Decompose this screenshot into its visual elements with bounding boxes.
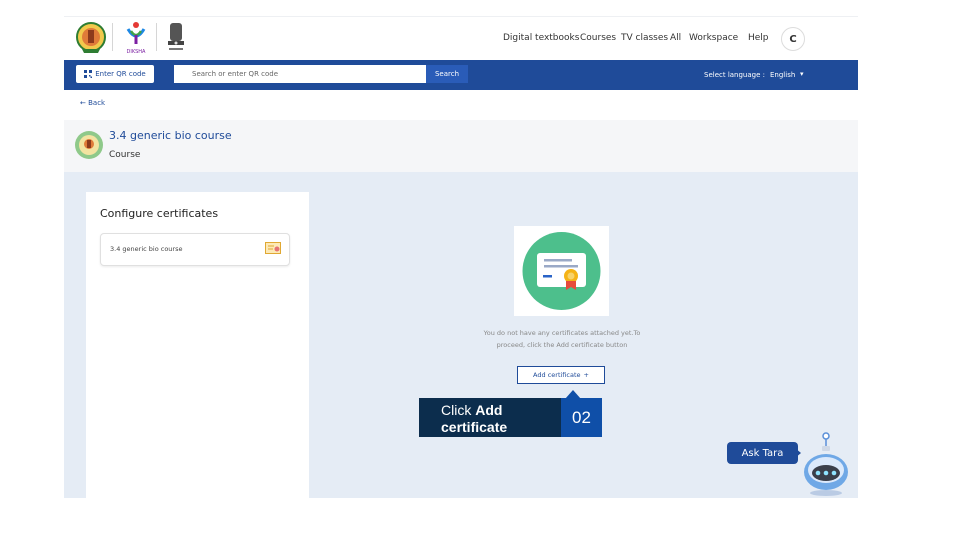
diksha-logo[interactable]: DIKSHA xyxy=(122,21,150,55)
empty-state-message: You do not have any certificates attache… xyxy=(444,327,680,351)
language-label: Select language : xyxy=(704,71,765,79)
empty-state-line-1: You do not have any certificates attache… xyxy=(483,329,641,337)
certificate-course-card[interactable]: 3.4 generic bio course xyxy=(100,233,290,266)
nav-digital-textbooks[interactable]: Digital textbooks xyxy=(503,33,579,43)
tutorial-callout: Click Add certificate xyxy=(419,398,561,437)
panel-title: Configure certificates xyxy=(100,207,219,220)
nav-help[interactable]: Help xyxy=(748,33,769,43)
main-content: Configure certificates 3.4 generic bio c… xyxy=(64,172,858,498)
course-emblem-icon xyxy=(75,131,103,159)
course-title: 3.4 generic bio course xyxy=(109,129,232,142)
callout-bold-1: Add xyxy=(475,402,503,418)
search-placeholder: Search or enter QR code xyxy=(192,70,279,78)
toolbar: Enter QR code Search or enter QR code Se… xyxy=(64,60,858,90)
ask-tara-label: Ask Tara xyxy=(741,447,784,459)
callout-step-number: 02 xyxy=(561,398,602,437)
search-button-label: Search xyxy=(434,70,460,78)
course-header: 3.4 generic bio course Course xyxy=(64,120,858,172)
nav-tv-classes[interactable]: TV classes xyxy=(621,33,668,43)
ask-tara-button[interactable]: Ask Tara xyxy=(727,442,798,464)
arrow-left-icon: ← xyxy=(80,99,86,107)
callout-bold-2: certificate xyxy=(441,419,508,435)
top-header: DIKSHA Digital textbooks Courses TV clas… xyxy=(64,17,858,60)
course-type: Course xyxy=(109,150,141,160)
app-window: DIKSHA Digital textbooks Courses TV clas… xyxy=(64,16,858,498)
logo-divider xyxy=(112,23,113,51)
callout-step: 02 xyxy=(572,407,591,427)
state-emblem-logo[interactable] xyxy=(76,21,106,55)
user-avatar[interactable]: C xyxy=(781,27,805,51)
back-label: Back xyxy=(88,99,106,107)
language-select[interactable]: English xyxy=(770,71,795,79)
ashoka-emblem-logo[interactable] xyxy=(164,21,188,55)
configure-certificates-panel: Configure certificates 3.4 generic bio c… xyxy=(86,192,309,498)
diksha-logo-text: DIKSHA xyxy=(127,49,147,55)
add-certificate-label: Add certificate xyxy=(533,371,581,379)
back-link[interactable]: ← Back xyxy=(80,99,105,107)
avatar-initial: C xyxy=(789,33,797,45)
certificate-course-label: 3.4 generic bio course xyxy=(110,245,183,253)
robot-assistant-icon[interactable] xyxy=(798,430,854,498)
certificate-icon xyxy=(265,242,281,254)
add-certificate-button[interactable]: Add certificate + xyxy=(517,366,605,384)
callout-prefix: Click xyxy=(441,402,476,418)
enter-qr-code-button[interactable]: Enter QR code xyxy=(76,65,154,83)
nav-all[interactable]: All xyxy=(670,33,681,43)
plus-icon: + xyxy=(583,371,589,379)
certificate-illustration xyxy=(514,226,609,316)
empty-state-line-2: proceed, click the Add certificate butto… xyxy=(496,341,628,349)
search-input[interactable]: Search or enter QR code xyxy=(174,65,426,83)
chevron-down-icon[interactable]: ▾ xyxy=(800,70,804,78)
logo-divider xyxy=(156,23,157,51)
search-button[interactable]: Search xyxy=(426,65,468,83)
qr-button-label: Enter QR code xyxy=(95,70,146,78)
nav-workspace[interactable]: Workspace xyxy=(689,33,738,43)
qr-code-icon xyxy=(84,70,93,78)
nav-courses[interactable]: Courses xyxy=(580,33,616,43)
